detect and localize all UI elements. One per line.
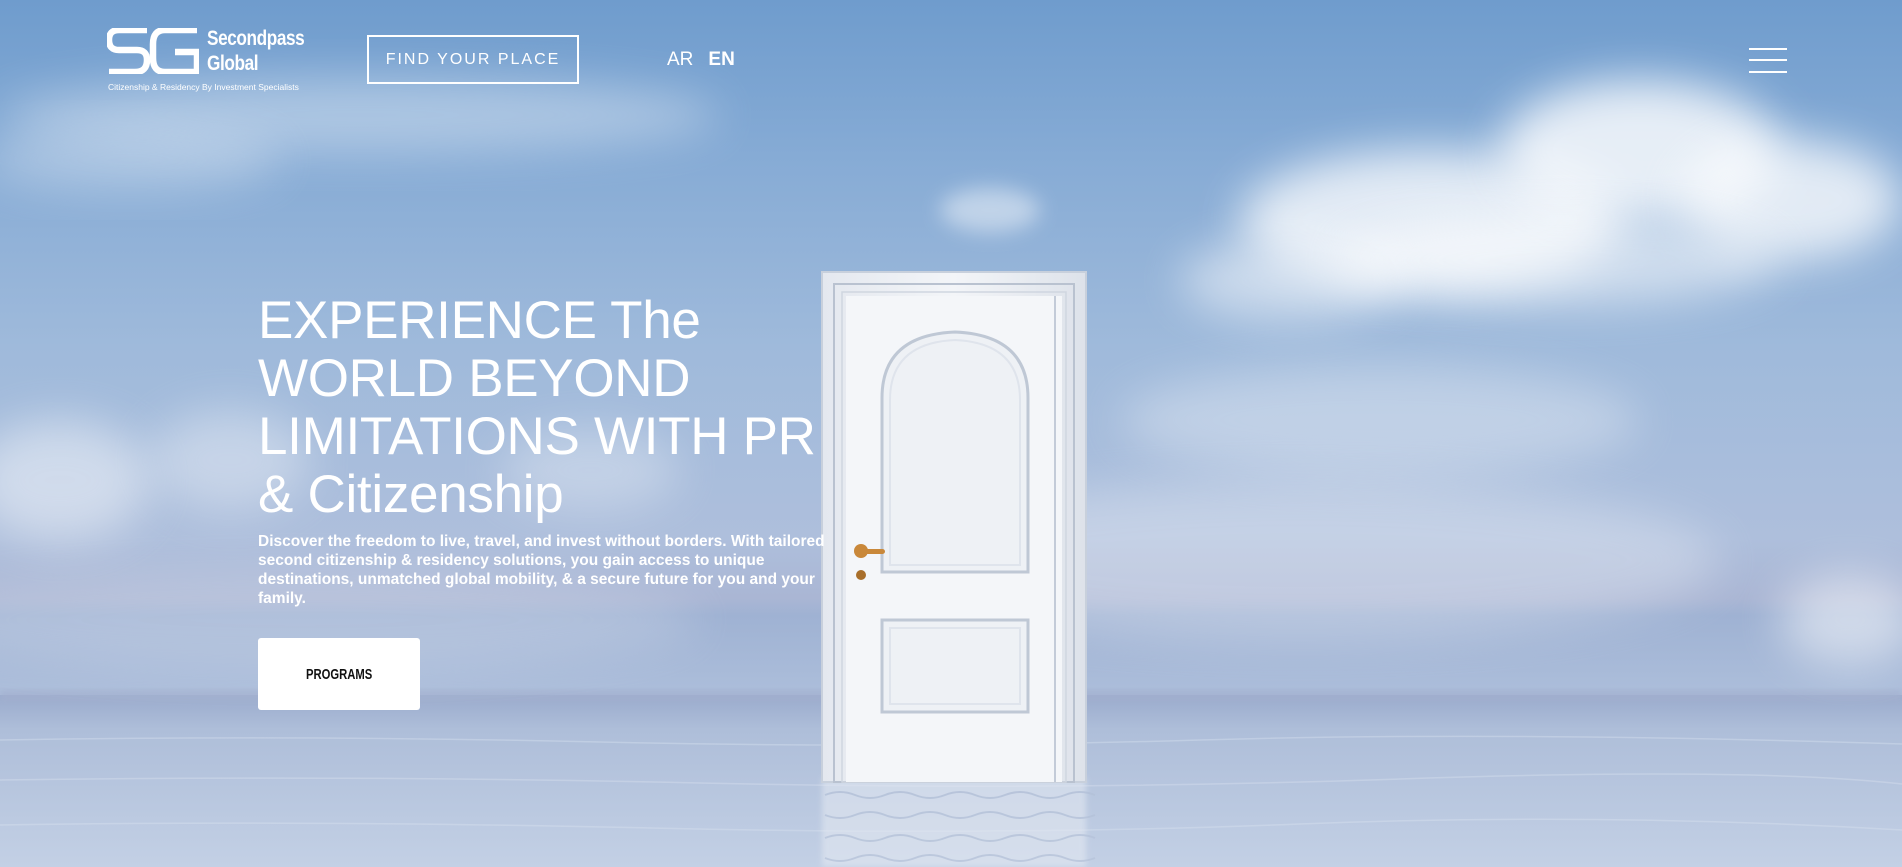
programs-button-label: PROGRAMS bbox=[305, 665, 373, 683]
logo-wordmark: Secondpass Global bbox=[207, 26, 305, 76]
hero-description: Discover the freedom to live, travel, an… bbox=[258, 533, 825, 607]
find-your-place-button[interactable]: FIND YOUR PLACE bbox=[367, 35, 579, 84]
language-switcher: AR EN bbox=[667, 48, 735, 72]
programs-button[interactable]: PROGRAMS bbox=[258, 638, 420, 710]
language-en-link[interactable]: EN bbox=[708, 48, 734, 72]
logo-name-line1: Secondpass bbox=[207, 27, 305, 50]
logo-name-line2: Global bbox=[207, 52, 259, 75]
menu-bar bbox=[1749, 48, 1787, 50]
menu-bar bbox=[1749, 71, 1787, 73]
site-logo[interactable]: Secondpass Global Citizenship & Residenc… bbox=[107, 26, 307, 96]
hero-headline: EXPERIENCE The WORLD BEYOND LIMITATIONS … bbox=[258, 291, 816, 524]
logo-tagline: Citizenship & Residency By Investment Sp… bbox=[108, 82, 299, 92]
door-illustration bbox=[821, 271, 1087, 783]
menu-bar bbox=[1749, 59, 1787, 61]
sg-monogram-icon bbox=[107, 28, 199, 74]
hamburger-menu-icon[interactable] bbox=[1749, 47, 1787, 75]
language-ar-link[interactable]: AR bbox=[667, 48, 693, 72]
hero-section: Secondpass Global Citizenship & Residenc… bbox=[0, 0, 1902, 867]
